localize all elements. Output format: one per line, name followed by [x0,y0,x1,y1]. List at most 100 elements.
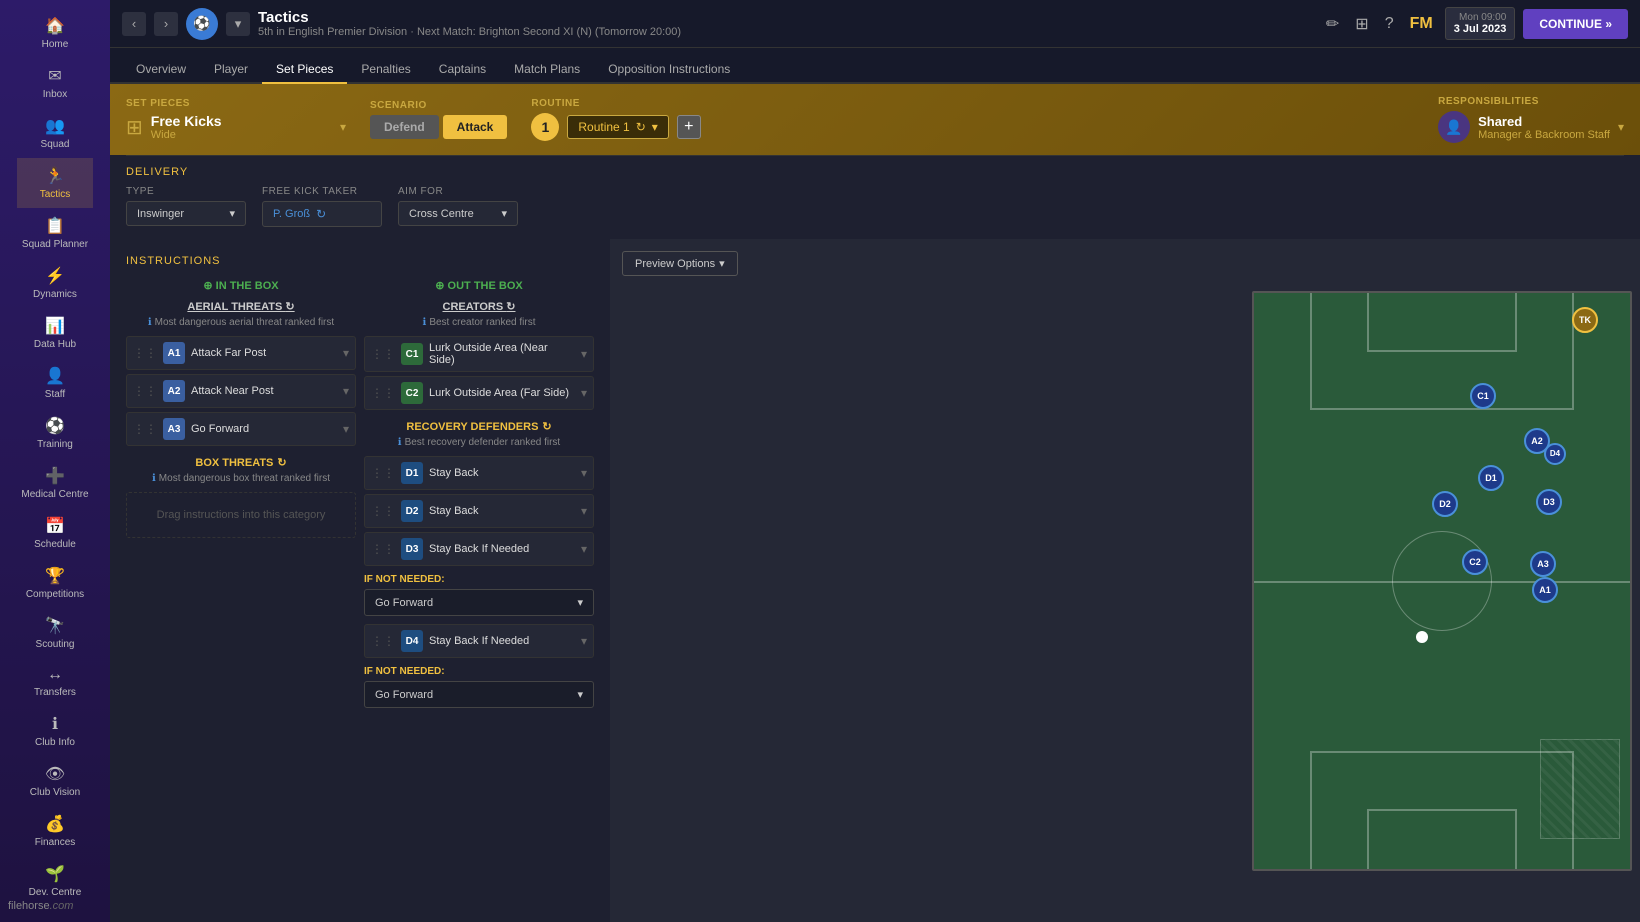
routine-section: ROUTINE 1 Routine 1 ↻ ▾ + [531,98,700,141]
sidebar-item-schedule[interactable]: 📅 Schedule [17,508,92,558]
sidebar-item-inbox[interactable]: ✉ Inbox [17,58,92,108]
recovery-d1-row[interactable]: ⋮⋮ D1 Stay Back ▾ [364,456,594,490]
box-threats-refresh-icon[interactable]: ↻ [277,456,286,469]
sidebar-item-data-hub[interactable]: 📊 Data Hub [17,308,92,358]
drag-handle[interactable]: ⋮⋮ [371,347,395,361]
sidebar-item-medical-centre[interactable]: ➕ Medical Centre [17,458,92,508]
out-the-box-column: ⊕ OUT THE BOX CREATORS ↻ ℹ Best creator … [364,279,594,708]
recovery-d4-row[interactable]: ⋮⋮ D4 Stay Back If Needed ▾ [364,624,594,658]
drag-handle[interactable]: ⋮⋮ [371,504,395,518]
a3-expand-icon[interactable]: ▾ [343,422,349,436]
c2-text: Lurk Outside Area (Far Side) [429,387,575,399]
player-token-d1[interactable]: D1 [1478,465,1504,491]
aerial-a3-row[interactable]: ⋮⋮ A3 Go Forward ▾ [126,412,356,446]
sidebar-items: 🏠 Home✉ Inbox👥 Squad🏃 Tactics📋 Squad Pla… [17,8,92,906]
recovery-d3-row[interactable]: ⋮⋮ D3 Stay Back If Needed ▾ [364,532,594,566]
refresh-icon[interactable]: ↻ [316,207,326,221]
sidebar-item-staff[interactable]: 👤 Staff [17,358,92,408]
player-token-d4[interactable]: D4 [1544,443,1566,465]
box-drag-placeholder: Drag instructions into this category [126,492,356,538]
routine-selector[interactable]: Routine 1 ↻ ▾ [567,115,668,139]
tab-player[interactable]: Player [200,56,262,84]
sidebar-item-dynamics[interactable]: ⚡ Dynamics [17,258,92,308]
tab-opposition-instructions[interactable]: Opposition Instructions [594,56,744,84]
tab-set-pieces[interactable]: Set Pieces [262,56,347,84]
sidebar-item-scouting[interactable]: 🔭 Scouting [17,608,92,658]
responsibilities-dropdown-icon[interactable]: ▾ [1618,120,1624,134]
continue-button[interactable]: CONTINUE » [1523,9,1628,39]
nav-forward-button[interactable]: › [154,12,178,36]
goal-area-bottom-l [1367,811,1369,869]
fm-logo[interactable]: FM [1406,11,1437,37]
edit-icon[interactable]: ✏ [1322,10,1343,38]
player-token-tk[interactable]: TK [1572,307,1598,333]
c1-expand-icon[interactable]: ▾ [581,347,587,361]
a1-expand-icon[interactable]: ▾ [343,346,349,360]
responsibilities-block: 👤 Shared Manager & Backroom Staff ▾ [1438,111,1624,143]
tab-captains[interactable]: Captains [425,56,500,84]
creators-info-icon: ℹ [423,317,427,328]
creators-refresh-icon[interactable]: ↻ [506,301,515,313]
d1-expand-icon[interactable]: ▾ [581,466,587,480]
set-pieces-dropdown-icon[interactable]: ▾ [340,120,346,134]
aim-select[interactable]: Cross Centre ▾ [398,201,518,226]
sidebar-item-home[interactable]: 🏠 Home [17,8,92,58]
sidebar-icon: 💰 [45,814,65,834]
goal-area-top-r [1515,293,1517,351]
help-icon[interactable]: ? [1381,11,1398,37]
sidebar-item-club-vision[interactable]: 👁 Club Vision [17,756,92,806]
recovery-d2-row[interactable]: ⋮⋮ D2 Stay Back ▾ [364,494,594,528]
creator-c1-row[interactable]: ⋮⋮ C1 Lurk Outside Area (Near Side) ▾ [364,336,594,372]
drag-handle[interactable]: ⋮⋮ [371,542,395,556]
drag-handle[interactable]: ⋮⋮ [371,634,395,648]
routine-add-button[interactable]: + [677,115,701,139]
d2-expand-icon[interactable]: ▾ [581,504,587,518]
sidebar-item-squad[interactable]: 👥 Squad [17,108,92,158]
sidebar-item-dev--centre[interactable]: 🌱 Dev. Centre [17,856,92,906]
drag-handle[interactable]: ⋮⋮ [133,422,157,436]
defend-button[interactable]: Defend [370,115,439,139]
player-token-c2[interactable]: C2 [1462,549,1488,575]
aerial-a2-row[interactable]: ⋮⋮ A2 Attack Near Post ▾ [126,374,356,408]
player-token-d3[interactable]: D3 [1536,489,1562,515]
player-token-d2[interactable]: D2 [1432,491,1458,517]
tab-match-plans[interactable]: Match Plans [500,56,594,84]
drag-handle[interactable]: ⋮⋮ [133,346,157,360]
sidebar-item-squad-planner[interactable]: 📋 Squad Planner [17,208,92,258]
center-circle [1392,531,1492,631]
team-dropdown-button[interactable]: ▾ [226,12,250,36]
sidebar-item-competitions[interactable]: 🏆 Competitions [17,558,92,608]
nav-back-button[interactable]: ‹ [122,12,146,36]
creator-c2-row[interactable]: ⋮⋮ C2 Lurk Outside Area (Far Side) ▾ [364,376,594,410]
taker-select[interactable]: P. Groß ↻ [262,201,382,227]
aerial-refresh-icon[interactable]: ↻ [285,301,294,313]
player-token-a1[interactable]: A1 [1532,577,1558,603]
sidebar-item-finances[interactable]: 💰 Finances [17,806,92,856]
aerial-a1-row[interactable]: ⋮⋮ A1 Attack Far Post ▾ [126,336,356,370]
tab-overview[interactable]: Overview [122,56,200,84]
sidebar-icon: ↔ [47,666,63,684]
drag-handle[interactable]: ⋮⋮ [371,386,395,400]
preview-options-button[interactable]: Preview Options ▾ [622,251,738,276]
if-not-select-2[interactable]: Go Forward ▾ [364,681,594,708]
c2-expand-icon[interactable]: ▾ [581,386,587,400]
player-token-c1[interactable]: C1 [1470,383,1496,409]
drag-handle[interactable]: ⋮⋮ [133,384,157,398]
sidebar-icon: 👤 [45,366,65,386]
attack-button[interactable]: Attack [443,115,508,139]
d4-expand-icon[interactable]: ▾ [581,634,587,648]
d3-expand-icon[interactable]: ▾ [581,542,587,556]
sidebar-item-transfers[interactable]: ↔ Transfers [17,658,92,706]
tactics-icon[interactable]: ⊞ [1351,10,1372,38]
sidebar-item-tactics[interactable]: 🏃 Tactics [17,158,92,208]
sidebar-item-training[interactable]: ⚽ Training [17,408,92,458]
tab-penalties[interactable]: Penalties [347,56,424,84]
type-select[interactable]: Inswinger ▾ [126,201,246,226]
player-token-a3[interactable]: A3 [1530,551,1556,577]
drag-handle[interactable]: ⋮⋮ [371,466,395,480]
recovery-refresh-icon[interactable]: ↻ [542,420,551,433]
if-not-select-1[interactable]: Go Forward ▾ [364,589,594,616]
sidebar-item-club-info[interactable]: ℹ Club Info [17,706,92,756]
a2-expand-icon[interactable]: ▾ [343,384,349,398]
if-not-value-2: Go Forward [375,689,433,701]
